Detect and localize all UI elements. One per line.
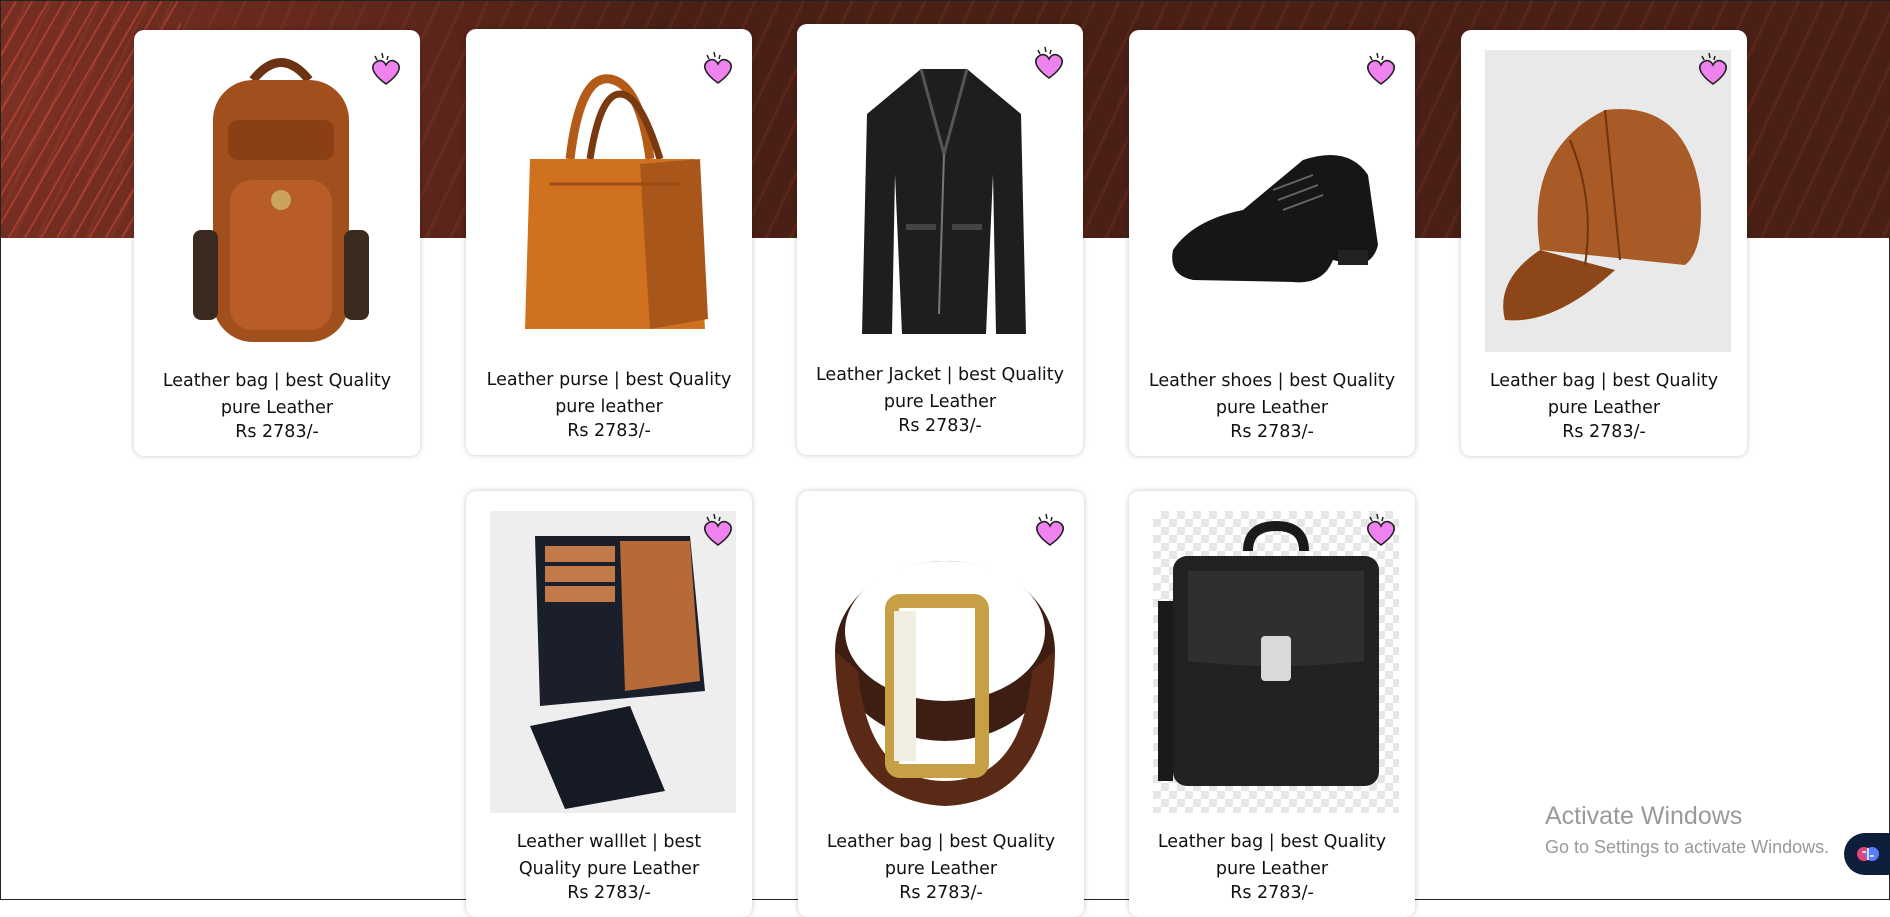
- product-price: Rs 2783/-: [567, 421, 651, 441]
- product-card[interactable]: Leather walllet | best Quality pure Leat…: [466, 491, 752, 917]
- product-title: Leather walllet | best Quality pure Leat…: [516, 832, 702, 879]
- product-card[interactable]: Leather Jacket | best Quality pure Leath…: [797, 24, 1083, 455]
- product-price: Rs 2783/-: [1562, 422, 1646, 442]
- product-price: Rs 2783/-: [567, 883, 651, 903]
- wishlist-heart-icon[interactable]: [1363, 52, 1399, 88]
- product-title: Leather purse | best Quality pure leathe…: [486, 370, 732, 417]
- assistant-launcher-button[interactable]: [1844, 833, 1890, 875]
- product-price: Rs 2783/-: [1230, 422, 1314, 442]
- product-card[interactable]: Leather bag | best Quality pure Leather …: [1129, 491, 1415, 917]
- product-card[interactable]: Leather purse | best Quality pure leathe…: [466, 29, 752, 455]
- jacket-image: [821, 44, 1067, 346]
- wishlist-heart-icon[interactable]: [1363, 513, 1399, 549]
- product-title: Leather bag | best Quality pure Leather: [1157, 832, 1387, 879]
- watermark-subtitle: Go to Settings to activate Windows.: [1545, 837, 1830, 857]
- belt-image: [822, 511, 1068, 813]
- product-price: Rs 2783/-: [235, 422, 319, 442]
- product-title: Leather bag | best Quality pure Leather: [1489, 371, 1719, 418]
- product-price: Rs 2783/-: [899, 883, 983, 903]
- wishlist-heart-icon[interactable]: [700, 51, 736, 87]
- tote-bag-image: [490, 49, 736, 351]
- product-card[interactable]: Leather bag | best Quality pure Leather …: [1461, 30, 1747, 456]
- product-card[interactable]: Leather bag | best Quality pure Leather …: [134, 30, 420, 456]
- briefcase-image: [1153, 511, 1399, 813]
- backpack-image: [158, 50, 404, 352]
- shoe-image: [1153, 50, 1399, 352]
- activate-windows-watermark: Activate Windows Go to Settings to activ…: [1545, 802, 1829, 858]
- product-price: Rs 2783/-: [1230, 883, 1314, 903]
- wishlist-heart-icon[interactable]: [1695, 52, 1731, 88]
- wishlist-heart-icon[interactable]: [368, 52, 404, 88]
- product-title: Leather Jacket | best Quality pure Leath…: [815, 365, 1065, 412]
- product-title: Leather shoes | best Quality pure Leathe…: [1148, 371, 1396, 418]
- brain-icon: [1857, 847, 1879, 861]
- product-card[interactable]: Leather shoes | best Quality pure Leathe…: [1129, 30, 1415, 456]
- wallet-image: [490, 511, 736, 813]
- product-title: Leather bag | best Quality pure Leather: [826, 832, 1056, 879]
- product-card[interactable]: Leather bag | best Quality pure Leather …: [798, 491, 1084, 917]
- product-title: Leather bag | best Quality pure Leather: [162, 371, 392, 418]
- cap-image: [1485, 50, 1731, 352]
- wishlist-heart-icon[interactable]: [1032, 513, 1068, 549]
- wishlist-heart-icon[interactable]: [1031, 46, 1067, 82]
- product-price: Rs 2783/-: [898, 416, 982, 436]
- watermark-title: Activate Windows: [1545, 802, 1743, 830]
- wishlist-heart-icon[interactable]: [700, 513, 736, 549]
